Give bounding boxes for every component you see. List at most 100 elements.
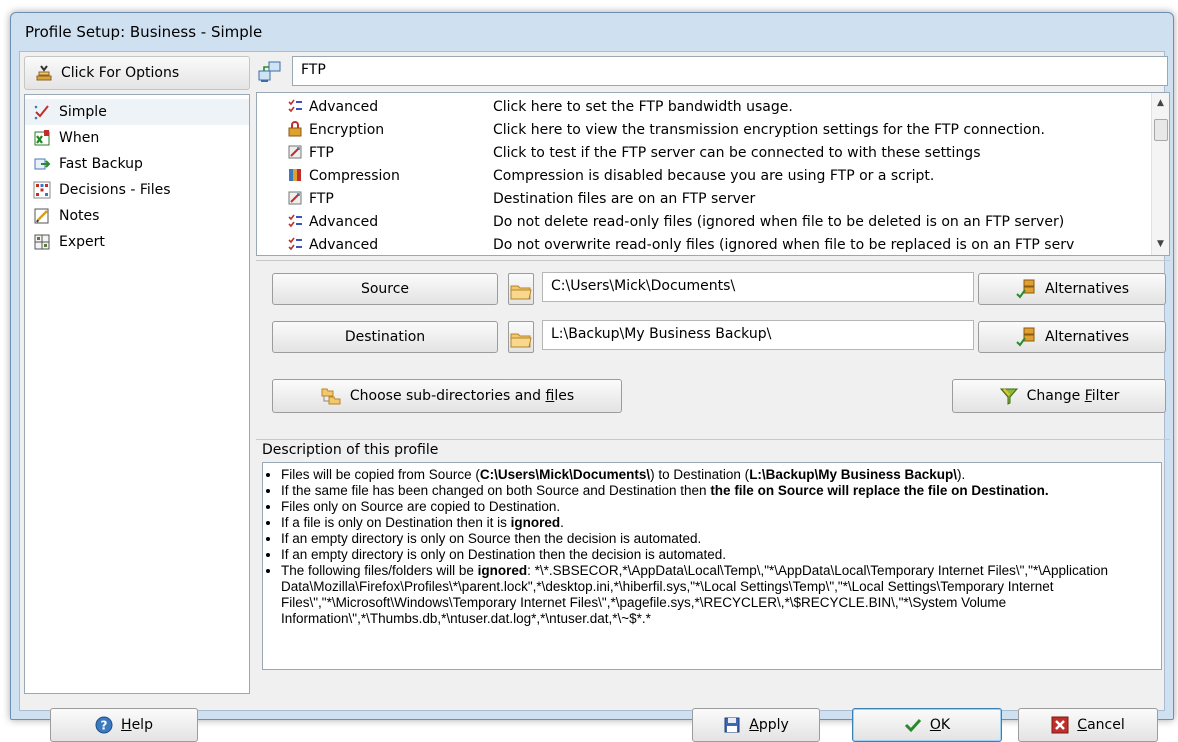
- setting-name: FTP: [309, 190, 334, 207]
- checkmark-icon: [33, 103, 51, 121]
- description-line: If an empty directory is only on Destina…: [281, 547, 1157, 563]
- calendar-icon: [33, 129, 51, 147]
- source-alternatives-button[interactable]: Alternatives: [978, 273, 1166, 305]
- description-heading: Description of this profile: [262, 442, 443, 458]
- sidebar-item-decisions-files[interactable]: Decisions - Files: [25, 177, 249, 203]
- advanced-icon: [287, 98, 305, 116]
- settings-scrollbar[interactable]: ▲ ▼: [1151, 93, 1169, 255]
- sidebar: Simple When Fast Backup Decisions - File…: [24, 94, 250, 694]
- options-label: Click For Options: [61, 65, 180, 81]
- setting-name: Compression: [309, 167, 400, 184]
- sidebar-item-notes[interactable]: Notes: [25, 203, 249, 229]
- setting-desc: Click here to set the FTP bandwidth usag…: [493, 98, 793, 115]
- dialog-client-area: Click For Options Simple When Fast Backu…: [19, 51, 1170, 742]
- window-title: Profile Setup: Business - Simple: [25, 23, 263, 41]
- sidebar-item-expert[interactable]: Expert: [25, 229, 249, 255]
- sidebar-item-label: When: [59, 130, 100, 146]
- choose-subdirectories-button[interactable]: Choose sub-directories and files: [272, 379, 622, 413]
- folder-tree-icon: [321, 388, 341, 405]
- change-filter-button[interactable]: Change Filter: [952, 379, 1166, 413]
- ftp-icon: [287, 190, 305, 208]
- setting-desc: Destination files are on an FTP server: [493, 190, 756, 207]
- compression-icon: [287, 167, 305, 185]
- alternatives-icon: [1016, 279, 1035, 299]
- help-button[interactable]: ? Help: [50, 708, 198, 742]
- lock-icon: [287, 120, 305, 139]
- description-list: Files will be copied from Source (C:\Use…: [269, 467, 1157, 627]
- scroll-up-arrow-icon[interactable]: ▲: [1152, 95, 1169, 112]
- sidebar-item-label: Decisions - Files: [59, 182, 171, 198]
- source-label: Source: [360, 281, 410, 297]
- folder-icon: [510, 333, 532, 348]
- profile-setup-window: Profile Setup: Business - Simple Click F…: [10, 12, 1174, 742]
- setting-desc: Do not delete read-only files (ignored w…: [493, 213, 1065, 230]
- decision-grid-icon: [33, 181, 51, 199]
- sidebar-item-label: Fast Backup: [59, 156, 143, 172]
- destination-button[interactable]: Destination: [272, 321, 498, 353]
- description-line: Files only on Source are copied to Desti…: [281, 499, 1157, 515]
- setting-name: Advanced: [309, 213, 379, 230]
- checkmark-icon: [904, 718, 922, 733]
- description-group: Description of this profile Files will b…: [256, 440, 1170, 694]
- description-line: The following files/folders will be igno…: [281, 563, 1157, 627]
- help-label: Help: [121, 717, 153, 733]
- ftp-icon: [287, 144, 305, 162]
- ok-button[interactable]: OK: [852, 708, 1002, 742]
- scroll-thumb[interactable]: [1154, 119, 1168, 141]
- cancel-label: Cancel: [1077, 717, 1125, 733]
- paths-panel: Source C:\Users\Mick\Documents\ Alternat…: [256, 260, 1170, 440]
- destination-path-field[interactable]: L:\Backup\My Business Backup\: [542, 320, 974, 350]
- destination-alternatives-button[interactable]: Alternatives: [978, 321, 1166, 353]
- network-icon[interactable]: [256, 58, 286, 88]
- list-item[interactable]: Advanced Do not overwrite read-only file…: [257, 233, 1153, 255]
- expert-grid-icon: [33, 233, 51, 251]
- list-item[interactable]: Encryption Click here to view the transm…: [257, 118, 1153, 141]
- alternatives-label: Alternatives: [1044, 281, 1130, 297]
- source-browse-button[interactable]: [508, 273, 534, 305]
- setting-desc: Click to test if the FTP server can be c…: [493, 144, 981, 161]
- change-filter-label: Change Filter: [1026, 388, 1120, 404]
- notes-icon: [33, 207, 51, 225]
- ok-label: OK: [929, 717, 951, 733]
- scroll-down-arrow-icon[interactable]: ▼: [1152, 236, 1169, 253]
- choose-subdirectories-label: Choose sub-directories and files: [349, 388, 575, 404]
- setting-name: Advanced: [309, 98, 379, 115]
- setting-desc: Compression is disabled because you are …: [493, 167, 935, 184]
- sidebar-item-simple[interactable]: Simple: [25, 99, 249, 125]
- description-line: If an empty directory is only on Source …: [281, 531, 1157, 547]
- destination-browse-button[interactable]: [508, 321, 534, 353]
- sidebar-item-fast-backup[interactable]: Fast Backup: [25, 151, 249, 177]
- settings-list: Advanced Click here to set the FTP bandw…: [256, 92, 1170, 256]
- save-disk-icon: [724, 717, 740, 733]
- setting-desc: Click here to view the transmission encr…: [493, 121, 1045, 138]
- advanced-icon: [287, 236, 305, 254]
- list-item[interactable]: Advanced Click here to set the FTP bandw…: [257, 95, 1153, 118]
- sidebar-item-label: Notes: [59, 208, 100, 224]
- list-item[interactable]: Compression Compression is disabled beca…: [257, 164, 1153, 187]
- list-item[interactable]: FTP Destination files are on an FTP serv…: [257, 187, 1153, 210]
- fast-backup-icon: [33, 155, 51, 173]
- ftp-input[interactable]: FTP: [292, 56, 1168, 86]
- alternatives-icon: [1016, 327, 1035, 347]
- apply-button[interactable]: Apply: [692, 708, 820, 742]
- setting-name: FTP: [309, 144, 334, 161]
- cancel-x-icon: [1051, 716, 1069, 734]
- source-button[interactable]: Source: [272, 273, 498, 305]
- folder-icon: [510, 285, 532, 300]
- apply-label: Apply: [749, 717, 789, 733]
- description-text-box[interactable]: Files will be copied from Source (C:\Use…: [262, 462, 1162, 670]
- sidebar-item-label: Expert: [59, 234, 105, 250]
- list-item[interactable]: FTP Click to test if the FTP server can …: [257, 141, 1153, 164]
- list-item[interactable]: Advanced Do not delete read-only files (…: [257, 210, 1153, 233]
- help-icon: ?: [95, 716, 113, 734]
- cancel-button[interactable]: Cancel: [1018, 708, 1158, 742]
- destination-label: Destination: [344, 329, 426, 345]
- filter-funnel-icon: [999, 388, 1018, 405]
- setting-name: Advanced: [309, 236, 379, 253]
- advanced-icon: [287, 213, 305, 231]
- setting-desc: Do not overwrite read-only files (ignore…: [493, 236, 1075, 253]
- source-path-field[interactable]: C:\Users\Mick\Documents\: [542, 272, 974, 302]
- description-line: If the same file has been changed on bot…: [281, 483, 1157, 499]
- sidebar-item-when[interactable]: When: [25, 125, 249, 151]
- click-for-options-button[interactable]: Click For Options: [24, 56, 250, 90]
